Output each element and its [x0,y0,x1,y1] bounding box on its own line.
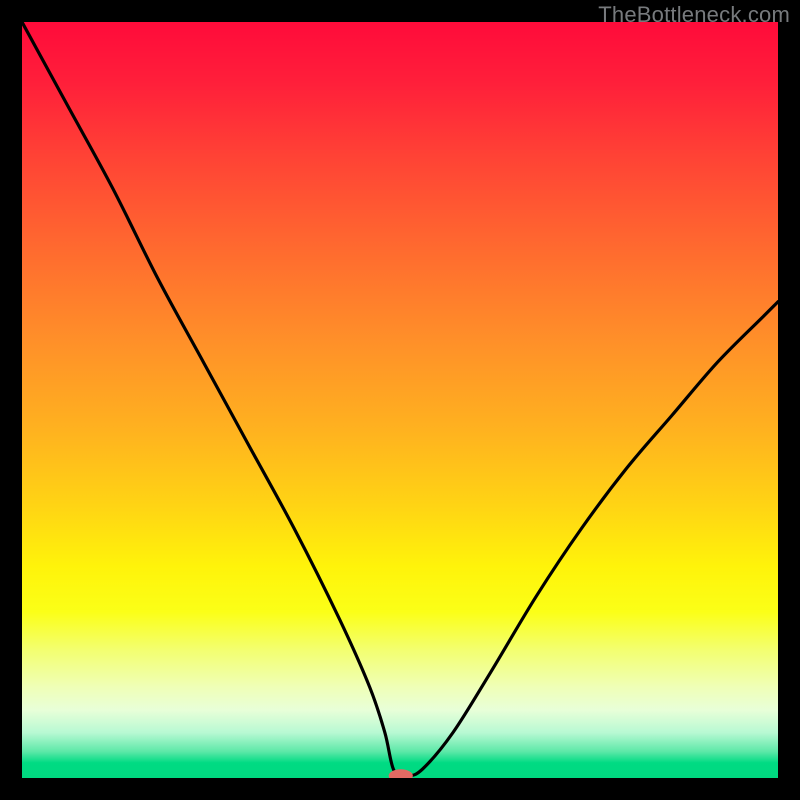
bottleneck-curve [22,22,778,776]
chart-svg [22,22,778,778]
plot-area [22,22,778,778]
chart-frame: TheBottleneck.com [0,0,800,800]
